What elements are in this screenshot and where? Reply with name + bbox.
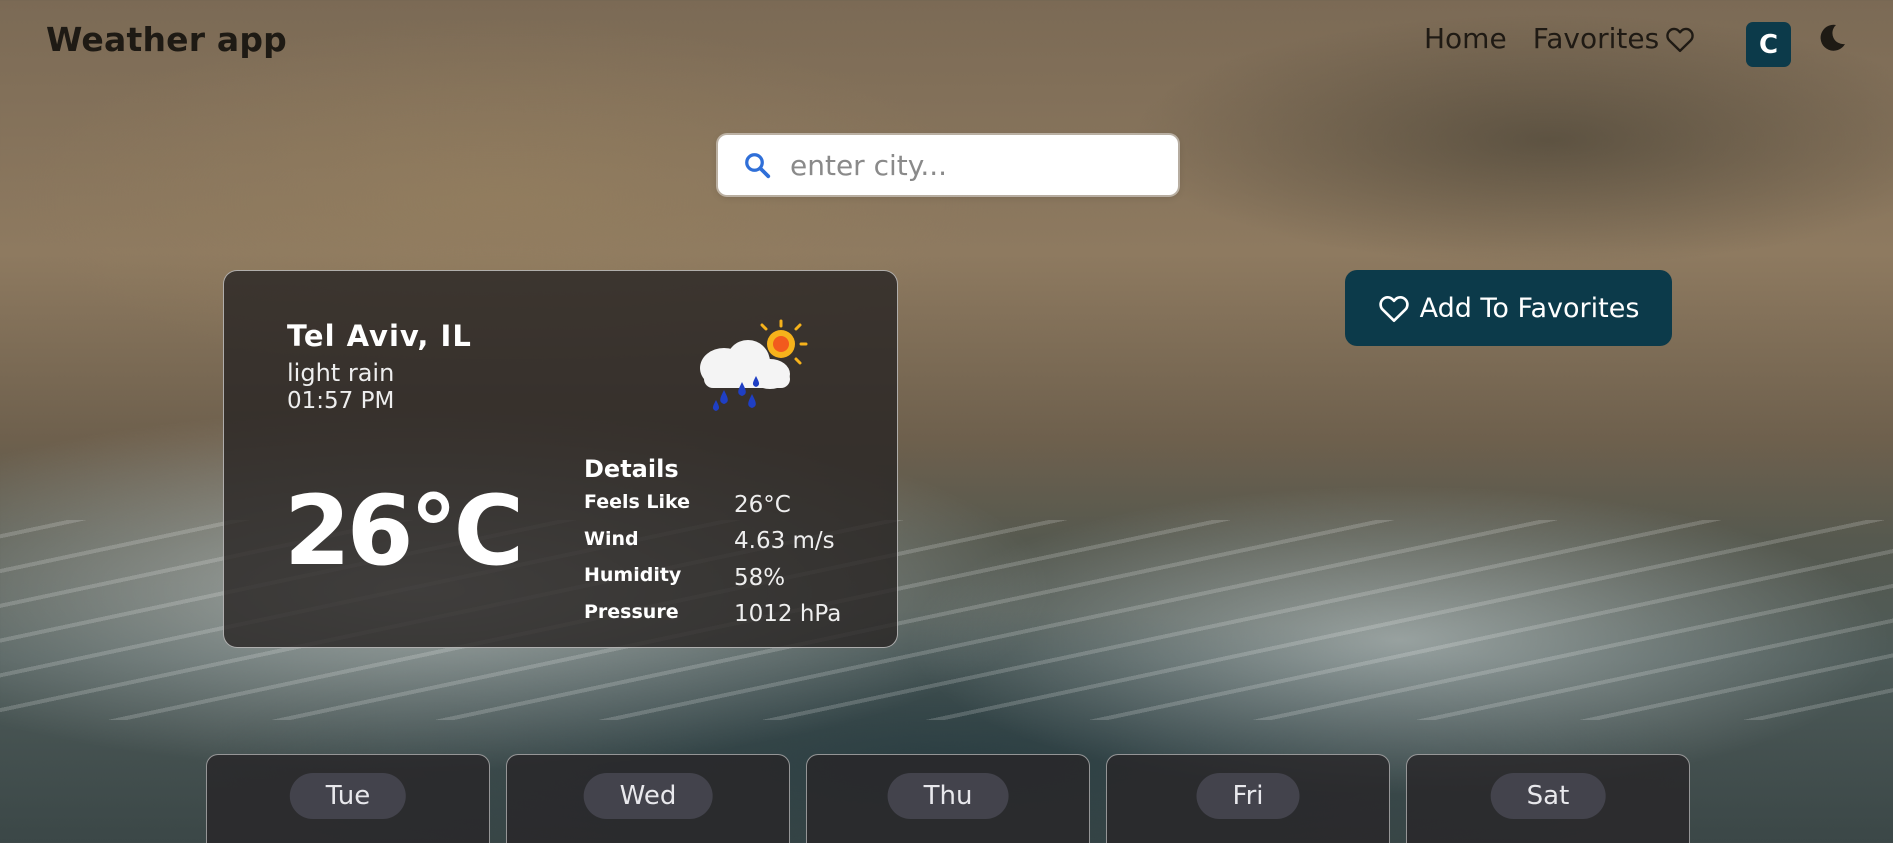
forecast-day-label: Tue [289,773,407,819]
city-name: Tel Aviv, IL [287,319,472,353]
weather-description: light rain [287,359,395,387]
moon-icon[interactable] [1816,22,1848,54]
add-to-favorites-button[interactable]: Add To Favorites [1345,270,1672,346]
forecast-day-label: Wed [583,773,713,819]
current-weather-card: Tel Aviv, IL light rain 01:57 PM 26°C De… [223,270,898,648]
details-heading: Details [584,455,679,483]
search-icon[interactable] [742,150,772,180]
detail-value-feels-like: 26°C [734,492,791,518]
forecast-card-fri[interactable]: Fri [1106,754,1390,843]
detail-label-wind: Wind [584,528,639,550]
forecast-row: Tue Wed Thu Fri Sat [206,754,1706,843]
user-avatar[interactable]: C [1746,22,1791,67]
nav-favorites-label: Favorites [1532,22,1660,55]
nav-favorites-link[interactable]: Favorites [1533,22,1695,55]
app-header: Weather app Home Favorites C [0,0,1893,86]
detail-value-humidity: 58% [734,565,786,591]
heart-icon [1378,295,1409,322]
forecast-card-thu[interactable]: Thu [806,754,1090,843]
city-search-bar [718,135,1178,195]
local-time: 01:57 PM [287,388,395,414]
city-search-input[interactable] [790,148,1150,182]
forecast-card-wed[interactable]: Wed [506,754,790,843]
forecast-day-label: Sat [1490,773,1606,819]
forecast-day-label: Fri [1196,773,1300,819]
detail-label-humidity: Humidity [584,564,682,586]
forecast-card-tue[interactable]: Tue [206,754,490,843]
heart-icon [1666,27,1694,52]
forecast-day-label: Thu [887,773,1009,819]
add-to-favorites-label: Add To Favorites [1419,292,1640,324]
forecast-card-sat[interactable]: Sat [1406,754,1690,843]
main-nav: Home Favorites [1424,22,1695,55]
nav-home-link[interactable]: Home [1424,22,1507,55]
detail-label-pressure: Pressure [584,601,679,623]
rain-with-sun-icon [700,319,808,411]
detail-value-wind: 4.63 m/s [734,528,835,554]
app-title[interactable]: Weather app [46,20,287,59]
detail-value-pressure: 1012 hPa [734,601,842,627]
current-temperature: 26°C [284,475,524,587]
detail-label-feels-like: Feels Like [584,491,691,513]
